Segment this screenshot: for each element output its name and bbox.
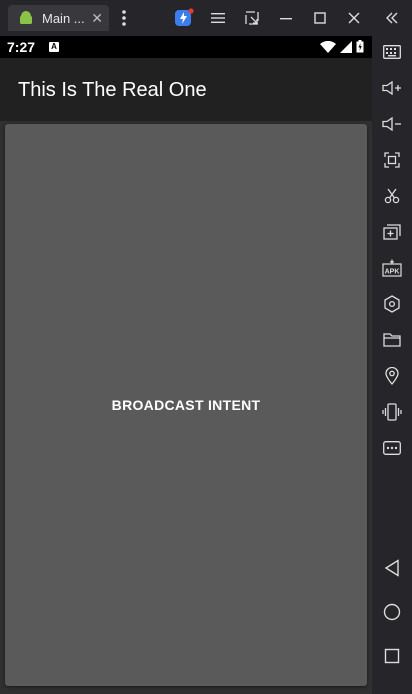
tab-title: Main ... bbox=[42, 10, 85, 26]
assistant-app-button[interactable] bbox=[172, 6, 196, 30]
cellular-signal-icon bbox=[340, 40, 352, 53]
screenshot-resize-button[interactable] bbox=[240, 6, 264, 30]
hamburger-menu-icon bbox=[211, 13, 225, 23]
broadcast-intent-button[interactable]: BROADCAST INTENT bbox=[5, 124, 367, 686]
maximize-button[interactable] bbox=[308, 6, 332, 30]
menu-button[interactable] bbox=[206, 6, 230, 30]
more-vertical-icon[interactable] bbox=[116, 8, 132, 28]
double-chevron-left-icon bbox=[386, 12, 398, 24]
close-icon bbox=[348, 12, 360, 24]
settings-hex-button[interactable] bbox=[380, 292, 404, 316]
shake-button[interactable] bbox=[380, 400, 404, 424]
back-triangle-icon bbox=[384, 559, 399, 577]
volume-up-icon bbox=[382, 81, 401, 95]
fullscreen-button[interactable] bbox=[380, 148, 404, 172]
minimize-button[interactable] bbox=[274, 6, 298, 30]
android-status-bar: 7:27 A bbox=[0, 36, 372, 58]
multi-instance-button[interactable] bbox=[380, 220, 404, 244]
emulator-title-bar: Main ... ✕ bbox=[0, 0, 412, 36]
shared-folder-button[interactable] bbox=[380, 328, 404, 352]
keyboard-button[interactable] bbox=[380, 40, 404, 64]
broadcast-intent-label: BROADCAST INTENT bbox=[111, 397, 261, 413]
wifi-icon bbox=[320, 40, 336, 53]
more-options-button[interactable] bbox=[380, 436, 404, 460]
fullscreen-icon bbox=[384, 152, 400, 168]
vibrate-icon bbox=[382, 403, 402, 421]
emulator-sidebar: APK bbox=[372, 0, 412, 694]
window-tab[interactable]: Main ... ✕ bbox=[8, 5, 109, 31]
screenshot-button[interactable] bbox=[380, 184, 404, 208]
apk-text: APK bbox=[385, 269, 400, 276]
install-apk-button[interactable]: APK bbox=[380, 256, 404, 280]
minimize-icon bbox=[280, 18, 292, 20]
battery-icon bbox=[356, 40, 364, 53]
nav-recents-button[interactable] bbox=[380, 644, 404, 668]
android-icon bbox=[20, 11, 32, 24]
device-screen: 7:27 A This Is The Real One BROADCAST IN… bbox=[0, 36, 372, 694]
nav-back-button[interactable] bbox=[380, 556, 404, 580]
status-icons bbox=[320, 40, 364, 53]
status-clock: 7:27 bbox=[7, 39, 36, 55]
app-title: This Is The Real One bbox=[18, 79, 207, 101]
recents-square-icon bbox=[384, 648, 400, 664]
close-window-button[interactable] bbox=[342, 6, 366, 30]
hexagon-settings-icon bbox=[384, 295, 400, 313]
location-button[interactable] bbox=[380, 364, 404, 388]
more-horizontal-icon bbox=[383, 441, 401, 455]
apk-icon: APK bbox=[382, 259, 402, 277]
scissors-icon bbox=[384, 188, 400, 204]
home-circle-icon bbox=[383, 603, 401, 621]
volume-down-button[interactable] bbox=[380, 112, 404, 136]
resize-window-icon bbox=[245, 11, 259, 25]
app-bar: This Is The Real One bbox=[0, 58, 372, 121]
notification-a-icon: A bbox=[49, 42, 59, 52]
collapse-sidebar-button[interactable] bbox=[380, 6, 404, 30]
volume-down-icon bbox=[382, 117, 401, 131]
maximize-icon bbox=[314, 12, 326, 24]
location-pin-icon bbox=[385, 367, 399, 385]
nav-home-button[interactable] bbox=[380, 600, 404, 624]
add-window-icon bbox=[383, 224, 401, 240]
lightning-app-icon bbox=[175, 8, 194, 26]
volume-up-button[interactable] bbox=[380, 76, 404, 100]
folder-icon bbox=[383, 333, 401, 347]
keyboard-icon bbox=[383, 45, 401, 59]
tab-close-icon[interactable]: ✕ bbox=[91, 9, 103, 27]
